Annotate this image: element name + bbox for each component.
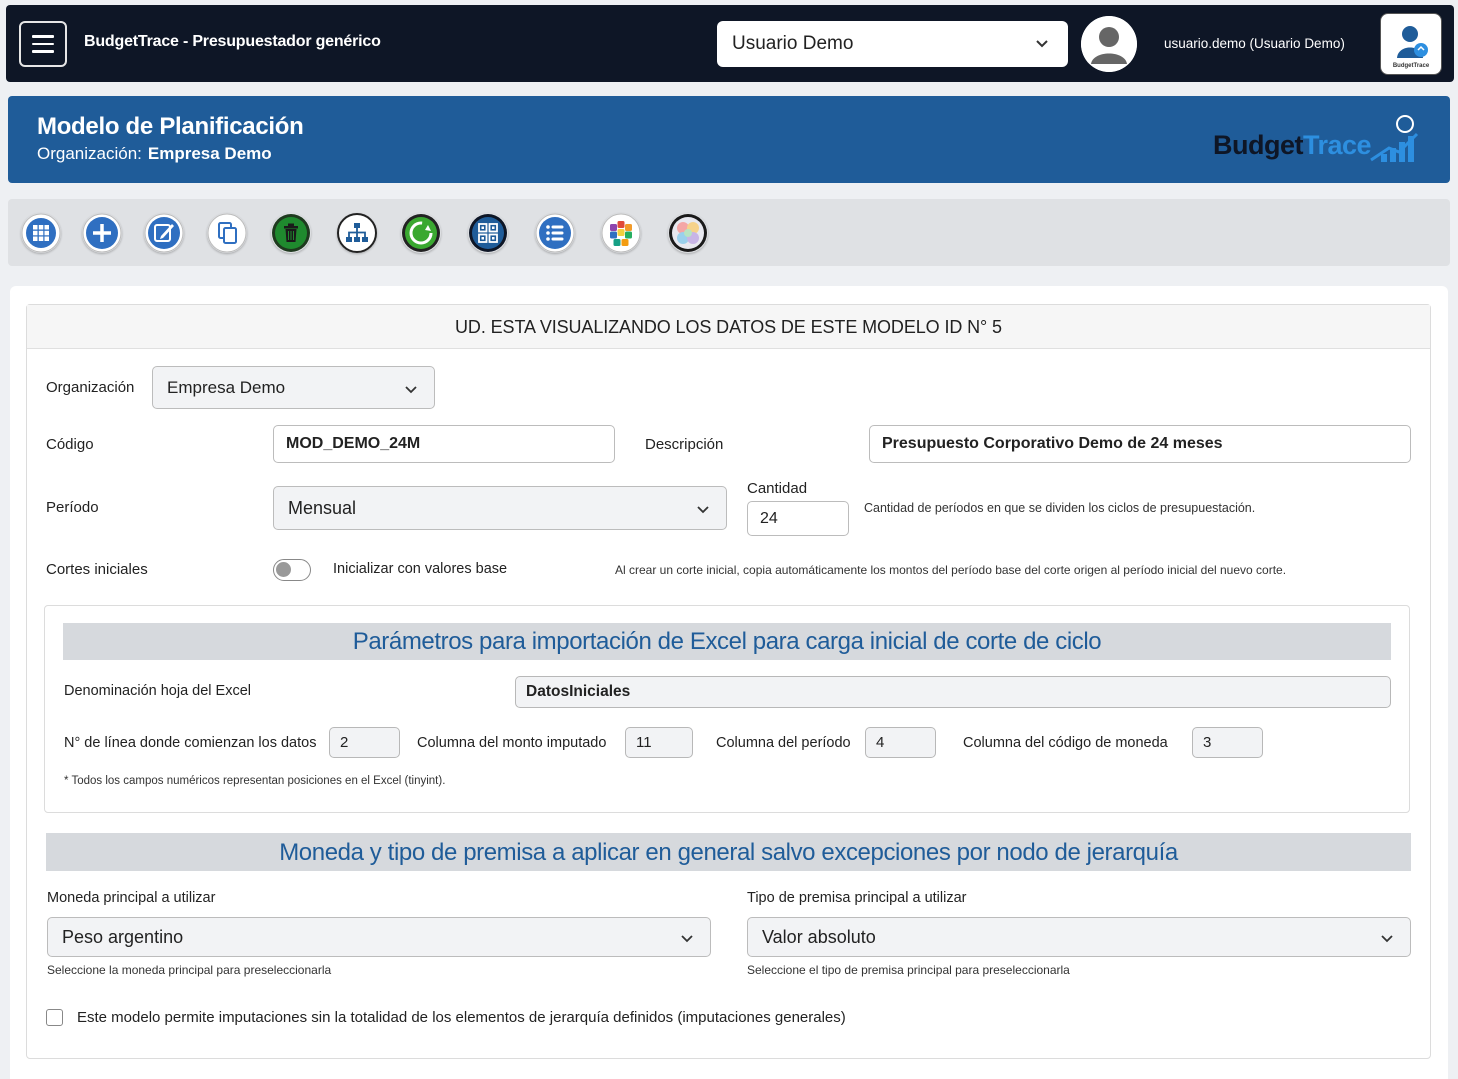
chevron-down-icon [1381,935,1393,943]
periodo-select-value: Mensual [288,497,357,518]
moneda-hint: Seleccione la moneda principal para pres… [47,963,332,977]
excel-params-section: Parámetros para importación de Excel par… [44,605,1410,813]
model-card: UD. ESTA VISUALIZANDO LOS DATOS DE ESTE … [26,304,1431,1059]
add-button[interactable] [82,213,122,253]
moneda-label: Moneda principal a utilizar [47,890,216,906]
avatar[interactable] [1081,16,1137,72]
linea-label: N° de línea donde comienzan los datos [64,735,317,751]
descripcion-input[interactable]: Presupuesto Corporativo Demo de 24 meses [869,425,1411,463]
delete-button[interactable] [271,213,311,253]
premisa-label: Tipo de premisa principal a utilizar [747,890,967,906]
edit-icon [144,213,184,253]
chevron-down-icon [681,935,693,943]
premisa-select-value: Valor absoluto [762,926,876,947]
edit-button[interactable] [144,213,184,253]
main-panel: UD. ESTA VISUALIZANDO LOS DATOS DE ESTE … [10,286,1448,1079]
organizacion-select-value: Empresa Demo [167,377,286,397]
header-org-value: Empresa Demo [147,144,272,163]
logo-chart-icon [1370,115,1419,162]
imputaciones-generales-checkbox[interactable] [46,1009,63,1026]
premisa-hint: Seleccione el tipo de premisa principal … [747,963,1070,977]
top-navbar: BudgetTrace - Presupuestador genérico Us… [6,5,1454,82]
monto-label: Columna del monto imputado [417,735,607,751]
toggle-label: Inicializar con valores base [333,561,508,577]
qr-grid-icon [469,214,507,252]
cantidad-hint: Cantidad de períodos en que se dividen l… [864,501,1256,515]
palette-icon [669,214,707,252]
profile-logo-text: BudgetTrace [1392,63,1430,69]
user-select[interactable]: Usuario Demo [717,21,1068,67]
organizacion-select[interactable]: Empresa Demo [152,366,435,409]
action-toolbar [8,199,1450,266]
columna-periodo-input[interactable]: 4 [865,727,936,758]
header-org-label: Organización: [37,144,142,163]
qr-grid-button[interactable] [468,213,508,253]
refresh-icon [402,214,440,252]
palette-button[interactable] [668,213,708,253]
user-label: usuario.demo (Usuario Demo) [1164,36,1345,51]
refresh-button[interactable] [401,213,441,253]
page-header: Modelo de Planificación Organización: Emp… [8,96,1450,183]
excel-note: * Todos los campos numéricos representan… [64,775,446,787]
periodo-label: Período [46,499,99,516]
moneda-select[interactable]: Peso argentino [47,917,711,957]
list-icon [535,213,575,253]
grid-view-button[interactable] [21,213,61,253]
inicializar-toggle[interactable] [273,559,311,581]
color-tiles-icon [601,213,641,253]
user-profile-icon [1397,26,1428,58]
chevron-down-icon [697,506,709,514]
logo-text-trace: Trace [1302,130,1372,160]
cortes-label: Cortes iniciales [46,561,148,578]
imputaciones-generales-label: Este modelo permite imputaciones sin la … [77,1009,846,1026]
grid-view-icon [21,213,61,253]
chevron-down-icon [405,386,417,394]
excel-params-banner: Parámetros para importación de Excel par… [63,623,1391,660]
cortes-hint: Al crear un corte inicial, copia automát… [615,563,1287,577]
copy-button[interactable] [207,213,247,253]
hierarchy-icon [337,213,377,253]
chevron-down-icon [1036,40,1048,48]
premisa-select[interactable]: Valor absoluto [747,917,1411,957]
moneda-banner: Moneda y tipo de premisa a aplicar en ge… [46,833,1411,871]
cantidad-label: Cantidad [747,480,808,497]
columna-periodo-label: Columna del período [716,735,851,751]
moneda-select-value: Peso argentino [62,926,184,947]
card-heading: UD. ESTA VISUALIZANDO LOS DATOS DE ESTE … [27,305,1430,349]
hierarchy-button[interactable] [337,213,377,253]
codigo-label: Código [46,436,94,453]
monto-input[interactable]: 11 [625,727,693,758]
user-silhouette-icon [1081,16,1137,72]
codigo-input[interactable]: MOD_DEMO_24M [273,425,615,463]
hamburger-menu-icon[interactable] [19,21,67,67]
columna-moneda-label: Columna del código de moneda [963,735,1168,751]
periodo-select[interactable]: Mensual [273,486,727,530]
header-organization: Organización: Empresa Demo [37,144,272,164]
organizacion-label: Organización [46,379,135,396]
linea-input[interactable]: 2 [329,727,400,758]
app-title: BudgetTrace - Presupuestador genérico [84,33,381,50]
page-title: Modelo de Planificación [37,113,304,140]
descripcion-label: Descripción [645,436,724,453]
budgettrace-logo: BudgetTrace [1213,110,1423,172]
profile-button[interactable]: BudgetTrace [1380,13,1442,75]
hoja-input[interactable]: DatosIniciales [515,676,1391,708]
plus-icon [82,213,122,253]
cantidad-input[interactable]: 24 [747,501,849,536]
hoja-label: Denominación hoja del Excel [64,683,251,699]
user-select-value: Usuario Demo [732,33,854,54]
color-tiles-button[interactable] [601,213,641,253]
list-button[interactable] [535,213,575,253]
copy-icon [207,213,247,253]
columna-moneda-input[interactable]: 3 [1192,727,1263,758]
logo-text-budget: Budget [1213,130,1303,160]
trash-icon [272,214,310,252]
